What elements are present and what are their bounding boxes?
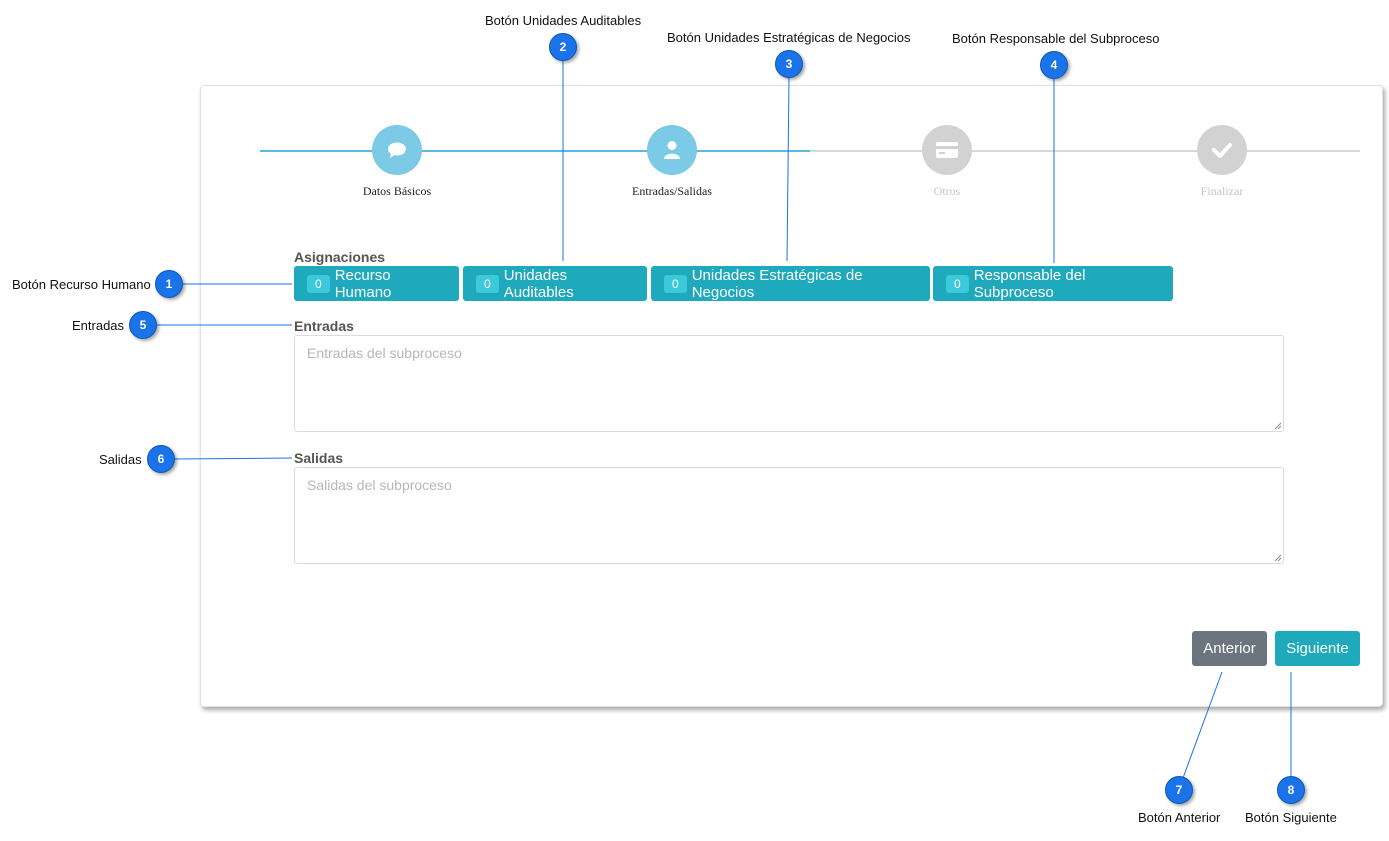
callout-marker-3: 3 — [775, 50, 803, 78]
callout-marker-7: 7 — [1165, 776, 1193, 804]
callout-marker-5: 5 — [129, 311, 157, 339]
callout-label-3: Botón Unidades Estratégicas de Negocios — [667, 30, 911, 45]
callout-label-2: Botón Unidades Auditables — [485, 13, 642, 28]
callout-label-1: Botón Recurso Humano — [12, 277, 151, 292]
callout-label-7: Botón Anterior — [1138, 810, 1221, 825]
callout-marker-1: 1 — [155, 270, 183, 298]
callout-label-4: Botón Responsable del Subproceso — [952, 31, 1160, 46]
callout-label-5: Entradas — [72, 318, 125, 333]
callout-marker-6: 6 — [147, 445, 175, 473]
callout-connector-lines — [157, 61, 1292, 779]
callout-label-6: Salidas — [99, 452, 142, 467]
callout-label-8: Botón Siguiente — [1245, 810, 1337, 825]
callout-marker-2: 2 — [549, 33, 577, 61]
callout-marker-4: 4 — [1040, 51, 1068, 79]
callout-marker-8: 8 — [1277, 776, 1305, 804]
